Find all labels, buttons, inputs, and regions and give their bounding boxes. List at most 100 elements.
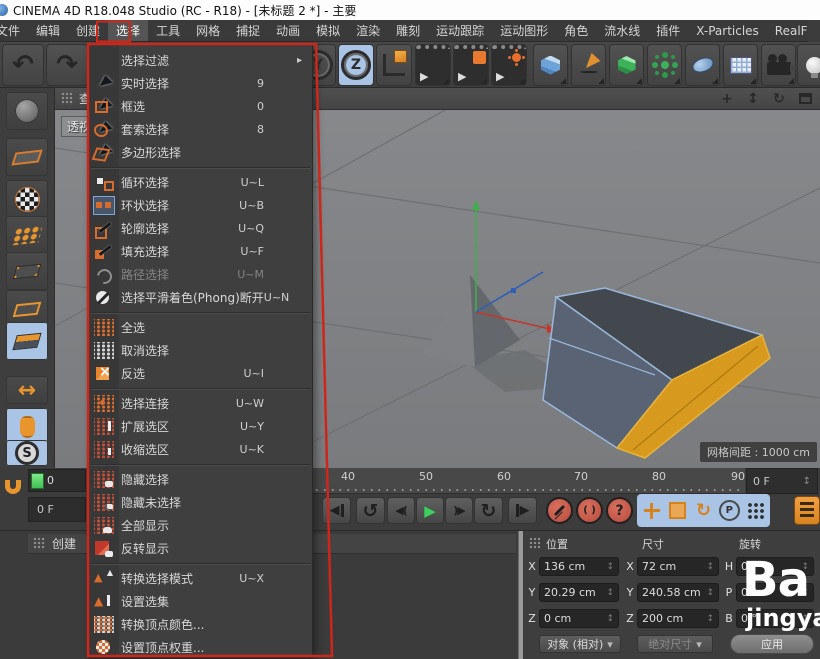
viewport-pan-icon[interactable]: + — [718, 90, 736, 108]
menubar-item-realflow[interactable]: RealFlow — [767, 21, 808, 41]
add-deformer-button[interactable] — [685, 44, 720, 86]
menu-item-hide-selected[interactable]: 隐藏选择 — [89, 468, 312, 491]
menu-item-unhide-all[interactable]: 全部显示 — [89, 514, 312, 537]
redo-button[interactable] — [46, 44, 88, 86]
menu-item-path-selection[interactable]: 路径选择U~M — [89, 263, 312, 286]
menubar-item-motion-tracker[interactable]: 运动跟踪 — [428, 20, 492, 42]
menubar-item-character[interactable]: 角色 — [556, 20, 596, 42]
menu-item-hide-unselected[interactable]: 隐藏未选择 — [89, 491, 312, 514]
polygons-mode-button[interactable] — [6, 322, 48, 360]
render-settings-button[interactable] — [491, 44, 527, 86]
menubar-item-file[interactable]: 文件 — [0, 20, 28, 42]
add-generator-button[interactable] — [647, 44, 682, 86]
record-parameter-button[interactable] — [576, 497, 603, 524]
add-light-button[interactable] — [797, 44, 820, 86]
apply-button[interactable]: 应用 — [730, 634, 814, 654]
viewport-maximize-icon[interactable] — [796, 90, 814, 108]
panel-splitter[interactable] — [518, 531, 523, 659]
pos-z-field[interactable]: 0 cm — [539, 609, 619, 628]
add-subdivision-button[interactable] — [609, 44, 644, 86]
object-mode-dropdown[interactable]: 对象 (相对) — [539, 635, 621, 653]
menubar-item-plugins[interactable]: 插件 — [648, 20, 688, 42]
menubar-item-tools[interactable]: 工具 — [148, 20, 188, 42]
menu-item-invert-visibility[interactable]: 反转显示 — [89, 537, 312, 560]
menubar-item-mesh[interactable]: 网格 — [188, 20, 228, 42]
record-parameter-p-button[interactable] — [717, 497, 741, 524]
undo-button[interactable] — [2, 44, 44, 86]
make-editable-button[interactable] — [6, 92, 48, 130]
menu-item-select-filter[interactable]: 选择过滤▸ — [89, 49, 312, 72]
menu-item-fill-selection[interactable]: 填充选择U~F — [89, 240, 312, 263]
menu-item-convert-vertex-color[interactable]: 转换顶点颜色... — [89, 613, 312, 636]
grip-handle-icon[interactable] — [529, 537, 541, 550]
frame-spinner[interactable]: 0 F — [746, 468, 818, 494]
render-picture-viewer-button[interactable] — [453, 44, 489, 86]
menubar-item-edit[interactable]: 编辑 — [28, 20, 68, 42]
record-scale-button[interactable] — [666, 497, 690, 524]
add-simulation-button[interactable] — [723, 44, 758, 86]
menu-item-outline-selection[interactable]: 轮廓选择U~Q — [89, 217, 312, 240]
menubar-item-render[interactable]: 渲染 — [348, 20, 388, 42]
menu-item-set-vertex-weight[interactable]: 设置顶点权重... — [89, 636, 312, 658]
timeline-slider-handle[interactable] — [31, 473, 44, 489]
menu-item-select-connected[interactable]: 选择连接U~W — [89, 392, 312, 415]
record-rotation-button[interactable] — [692, 497, 716, 524]
menubar-item-sculpt[interactable]: 雕刻 — [388, 20, 428, 42]
menu-item-polygon-selection[interactable]: 多边形选择 — [89, 141, 312, 164]
grip-handle-icon[interactable] — [33, 537, 45, 550]
coordinate-system-button[interactable] — [376, 44, 412, 86]
menubar-item-snap[interactable]: 捕捉 — [228, 20, 268, 42]
size-x-field[interactable]: 72 cm — [637, 557, 719, 576]
add-spline-button[interactable] — [571, 44, 606, 86]
menu-item-set-selection-tag[interactable]: 设置选集 — [89, 590, 312, 613]
add-camera-button[interactable] — [761, 44, 796, 86]
autokey-help-button[interactable] — [606, 497, 633, 524]
axis-mode-button[interactable] — [6, 376, 48, 404]
viewport-rotate-icon[interactable]: ↻ — [770, 90, 788, 108]
menu-item-invert-selection[interactable]: 反选U~I — [89, 362, 312, 385]
record-point-level-button[interactable] — [743, 497, 767, 524]
size-mode-dropdown[interactable]: 绝对尺寸 — [637, 635, 713, 653]
menubar-item-animate[interactable]: 动画 — [268, 20, 308, 42]
go-to-start-button[interactable] — [322, 497, 351, 524]
menu-item-grow-selection[interactable]: 扩展选区U~Y — [89, 415, 312, 438]
menu-item-live-selection[interactable]: 实时选择9 — [89, 72, 312, 95]
play-backwards-button[interactable] — [356, 497, 385, 524]
points-mode-button[interactable] — [6, 252, 48, 290]
menu-item-lasso-selection[interactable]: 套索选择8 — [89, 118, 312, 141]
menu-item-loop-selection[interactable]: 循环选择U~L — [89, 171, 312, 194]
current-frame-field[interactable]: 0 F — [28, 497, 86, 522]
keyframe-bar-button[interactable] — [794, 496, 820, 525]
timeline-slider[interactable]: 0 — [28, 469, 86, 492]
menu-item-select-all[interactable]: 全选 — [89, 316, 312, 339]
pos-y-field[interactable]: 20.29 cm — [539, 583, 619, 602]
menubar-item-mograph[interactable]: 运动图形 — [492, 20, 556, 42]
menubar-item-simulate[interactable]: 模拟 — [308, 20, 348, 42]
cube-object[interactable] — [543, 288, 770, 458]
materials-menu-create[interactable]: 创建 — [52, 535, 76, 552]
add-cube-button[interactable] — [533, 44, 568, 86]
menu-item-rectangle-selection[interactable]: 框选0 — [89, 95, 312, 118]
snap-button[interactable] — [6, 440, 48, 466]
workplane-mode-button[interactable] — [6, 216, 48, 254]
grip-handle-icon[interactable] — [61, 92, 73, 105]
record-keyframe-button[interactable] — [546, 497, 573, 524]
viewport-zoom-icon[interactable]: ↕ — [744, 90, 762, 108]
menu-item-deselect-all[interactable]: 取消选择 — [89, 339, 312, 362]
menubar-item-pipeline[interactable]: 流水线 — [596, 20, 648, 42]
menu-item-phong-break-selection[interactable]: 选择平滑着色(Phong)断开U~N — [89, 286, 312, 309]
size-z-field[interactable]: 200 cm — [637, 609, 719, 628]
size-y-field[interactable]: 240.58 cm — [637, 583, 719, 602]
z-axis-lock-button[interactable]: Z — [338, 44, 374, 86]
play-button[interactable] — [416, 497, 444, 524]
menubar-item-create[interactable]: 创建 — [68, 20, 108, 42]
menubar-item-xparticles[interactable]: X-Particles — [688, 21, 767, 41]
render-view-button[interactable] — [415, 44, 451, 86]
loop-button[interactable] — [474, 497, 503, 524]
menu-item-shrink-selection[interactable]: 收缩选区U~K — [89, 438, 312, 461]
previous-key-button[interactable] — [387, 497, 415, 524]
menubar-item-select[interactable]: 选择 — [108, 20, 148, 42]
next-key-button[interactable] — [445, 497, 473, 524]
menu-item-convert-selection-mode[interactable]: 转换选择模式U~X — [89, 567, 312, 590]
pos-x-field[interactable]: 136 cm — [539, 557, 619, 576]
